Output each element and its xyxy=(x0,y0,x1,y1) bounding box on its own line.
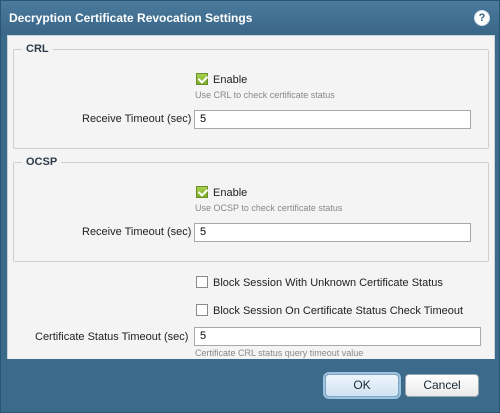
dialog-body: CRL Enable Use CRL to check certificate … xyxy=(7,35,495,361)
dialog-footer: OK Cancel xyxy=(1,359,499,412)
crl-timeout-label: Receive Timeout (sec) xyxy=(82,113,192,125)
block-timeout-label: Block Session On Certificate Status Chec… xyxy=(213,305,464,317)
cert-status-timeout-label: Certificate Status Timeout (sec) xyxy=(35,331,189,343)
ocsp-timeout-label: Receive Timeout (sec) xyxy=(82,226,192,238)
ok-button[interactable]: OK xyxy=(325,374,399,397)
cert-status-timeout-input[interactable]: 5 xyxy=(194,327,481,346)
ocsp-enable-checkbox[interactable] xyxy=(196,186,208,198)
crl-enable-hint: Use CRL to check certificate status xyxy=(195,90,335,100)
block-unknown-status-checkbox[interactable] xyxy=(196,276,208,288)
block-timeout-checkbox[interactable] xyxy=(196,304,208,316)
crl-enable-checkbox[interactable] xyxy=(196,73,208,85)
ocsp-enable-label: Enable xyxy=(213,187,248,199)
ocsp-timeout-input[interactable]: 5 xyxy=(194,223,471,242)
ocsp-legend: OCSP xyxy=(26,156,58,168)
block-unknown-status-label: Block Session With Unknown Certificate S… xyxy=(213,277,443,289)
cert-status-timeout-hint: Certificate CRL status query timeout val… xyxy=(195,348,364,358)
ocsp-enable-hint: Use OCSP to check certificate status xyxy=(195,203,343,213)
crl-timeout-input[interactable]: 5 xyxy=(194,110,471,129)
dialog-title: Decryption Certificate Revocation Settin… xyxy=(9,11,253,25)
dialog-titlebar[interactable]: Decryption Certificate Revocation Settin… xyxy=(1,1,499,35)
help-icon[interactable]: ? xyxy=(474,10,490,26)
crl-legend: CRL xyxy=(26,43,49,55)
certificate-revocation-dialog: Decryption Certificate Revocation Settin… xyxy=(0,0,500,413)
crl-enable-label: Enable xyxy=(213,74,248,86)
cancel-button[interactable]: Cancel xyxy=(405,374,479,397)
